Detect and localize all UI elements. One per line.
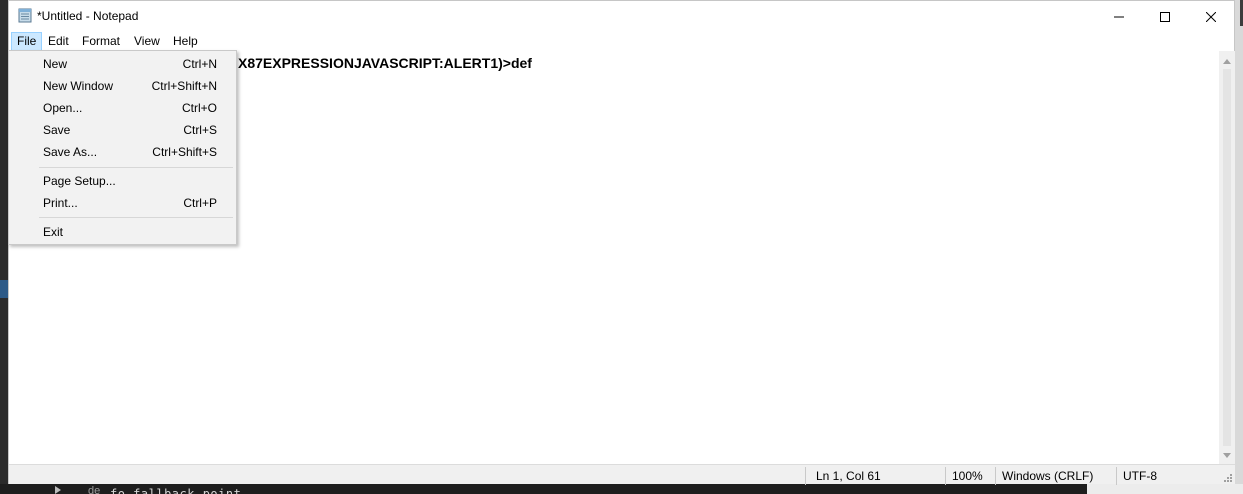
menu-item-page-setup[interactable]: Page Setup... <box>9 170 236 192</box>
menu-item-label: Save <box>43 123 71 137</box>
background-terminal-text: fo fallback point <box>110 487 242 494</box>
menu-view[interactable]: View <box>128 32 166 51</box>
background-window-edge <box>1235 0 1243 494</box>
menu-format[interactable]: Format <box>76 32 126 51</box>
status-divider <box>995 467 996 485</box>
menu-item-label: Open... <box>43 101 83 115</box>
scroll-down-button[interactable] <box>1219 447 1235 463</box>
title-bar[interactable]: *Untitled - Notepad <box>9 1 1234 32</box>
minimize-button[interactable] <box>1096 1 1142 32</box>
scroll-track[interactable] <box>1223 69 1231 446</box>
menu-file[interactable]: File <box>11 32 43 51</box>
menu-item-new[interactable]: New Ctrl+N <box>9 53 236 75</box>
menu-item-open[interactable]: Open... Ctrl+O <box>9 97 236 119</box>
file-menu-dropdown: New Ctrl+N New Window Ctrl+Shift+N Open.… <box>8 50 237 245</box>
background-panel <box>1087 484 1243 494</box>
menu-item-label: New Window <box>43 79 114 93</box>
chevron-down-icon <box>1223 452 1231 458</box>
close-button[interactable] <box>1188 1 1234 32</box>
menu-item-print[interactable]: Print... Ctrl+P <box>9 192 236 214</box>
menu-separator <box>39 167 233 168</box>
editor-text: X87EXPRESSIONJAVASCRIPT:ALERT1)>def <box>238 55 532 71</box>
menu-item-shortcut: Ctrl+N <box>182 57 217 71</box>
menu-item-label: Page Setup... <box>43 174 116 188</box>
menu-item-shortcut: Ctrl+P <box>183 196 217 210</box>
status-divider <box>1116 467 1117 485</box>
menu-item-shortcut: Ctrl+S <box>183 123 217 137</box>
encoding: UTF-8 <box>1123 469 1157 483</box>
menu-item-label: Save As... <box>43 145 98 159</box>
menu-item-shortcut: Ctrl+Shift+N <box>151 79 217 93</box>
menu-item-save[interactable]: Save Ctrl+S <box>9 119 236 141</box>
background-selection-strip <box>0 280 8 298</box>
expand-triangle-icon <box>55 486 61 494</box>
menu-item-shortcut: Ctrl+Shift+S <box>152 145 217 159</box>
status-divider <box>805 467 806 485</box>
scroll-up-button[interactable] <box>1219 53 1235 69</box>
cursor-position: Ln 1, Col 61 <box>816 469 881 483</box>
resize-grip-icon[interactable] <box>1221 471 1233 483</box>
background-label: de <box>88 485 101 494</box>
menu-item-label: New <box>43 57 68 71</box>
menu-edit[interactable]: Edit <box>42 32 75 51</box>
status-divider <box>945 467 946 485</box>
window-title: *Untitled - Notepad <box>37 9 139 23</box>
vertical-scrollbar[interactable] <box>1219 51 1235 464</box>
zoom-level: 100% <box>952 469 983 483</box>
close-icon <box>1206 11 1216 22</box>
menu-item-exit[interactable]: Exit <box>9 221 236 243</box>
minimize-icon <box>1114 16 1124 17</box>
menu-bar: File Edit Format View Help <box>9 32 1234 51</box>
menu-item-shortcut: Ctrl+O <box>181 101 217 115</box>
menu-item-new-window[interactable]: New Window Ctrl+Shift+N <box>9 75 236 97</box>
notepad-icon <box>18 8 32 23</box>
maximize-icon <box>1160 11 1170 22</box>
menu-item-label: Print... <box>43 196 78 210</box>
status-bar: Ln 1, Col 61 100% Windows (CRLF) UTF-8 <box>9 464 1235 485</box>
menu-item-label: Exit <box>43 225 64 239</box>
maximize-button[interactable] <box>1142 1 1188 32</box>
line-ending: Windows (CRLF) <box>1002 469 1094 483</box>
menu-separator <box>39 217 233 218</box>
menu-item-save-as[interactable]: Save As... Ctrl+Shift+S <box>9 141 236 163</box>
chevron-up-icon <box>1223 58 1231 64</box>
menu-help[interactable]: Help <box>167 32 204 51</box>
